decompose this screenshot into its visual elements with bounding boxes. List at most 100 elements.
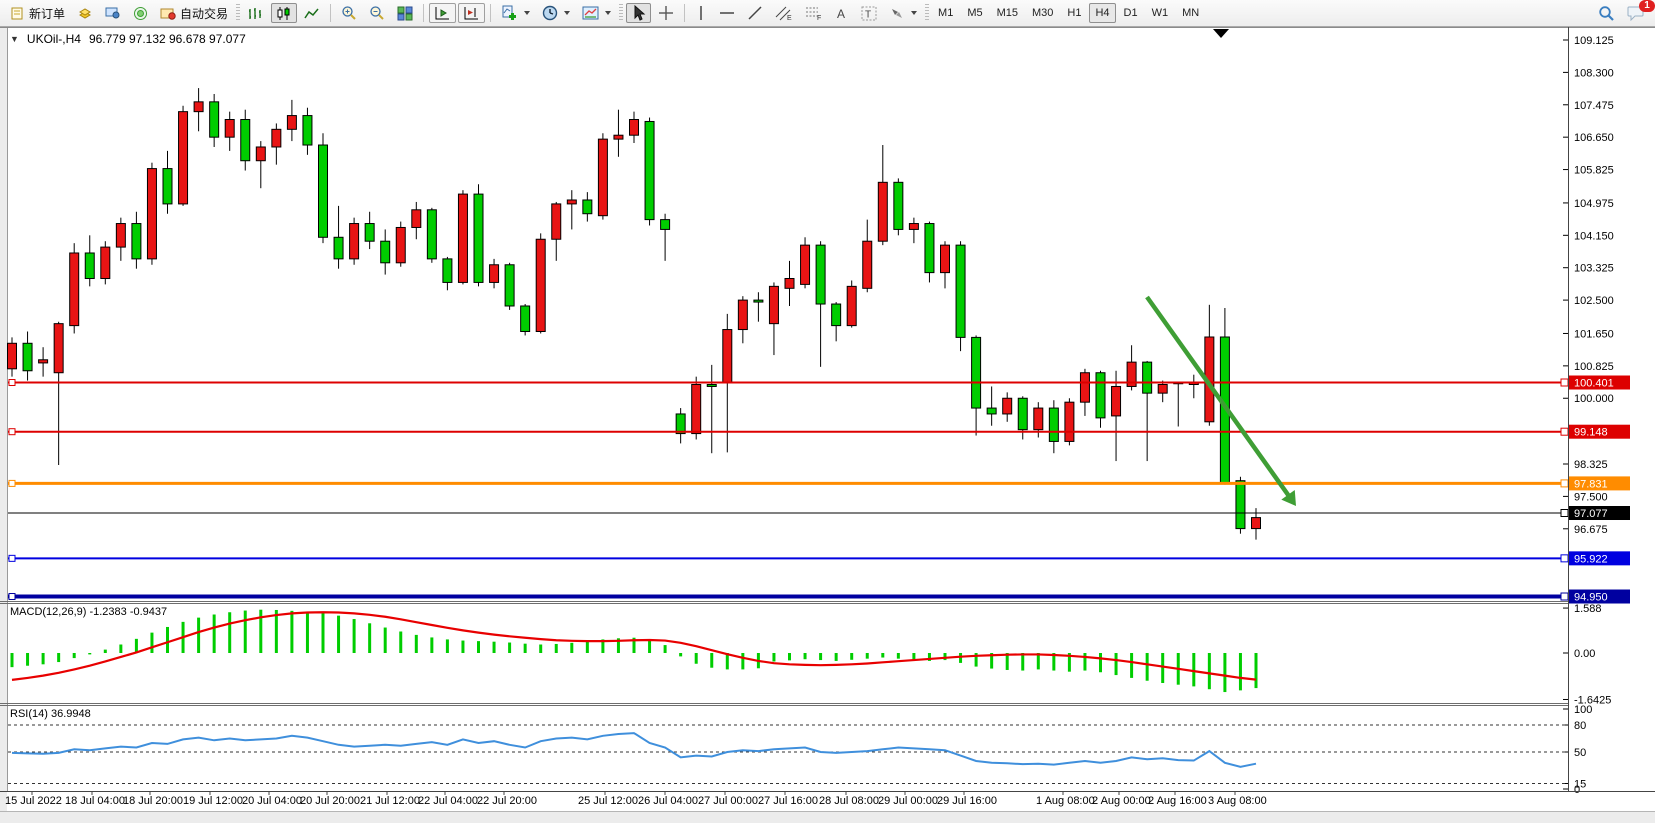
toolbar-grip	[619, 4, 623, 22]
symbol-dropdown-icon[interactable]: ▼	[10, 34, 19, 44]
text-label-icon: T	[861, 6, 877, 21]
timeframe-button-M30[interactable]: M30	[1026, 3, 1059, 23]
trendline-icon	[747, 5, 763, 21]
text-button[interactable]: A	[830, 3, 854, 23]
cursor-arrow-icon	[631, 5, 646, 21]
timeframe-button-H1[interactable]: H1	[1061, 3, 1087, 23]
horizontal-line-button[interactable]	[714, 3, 740, 23]
chart-shift-button[interactable]	[458, 3, 485, 23]
svg-text:A: A	[837, 7, 845, 21]
svg-text:19 Jul 12:00: 19 Jul 12:00	[183, 795, 243, 807]
trendline-button[interactable]	[742, 3, 768, 23]
chart-symbol-period: UKOil-,H4	[27, 32, 81, 46]
svg-text:105.825: 105.825	[1574, 165, 1614, 177]
toolbar-grip	[925, 4, 929, 22]
timeframe-button-D1[interactable]: D1	[1118, 3, 1144, 23]
signals-button[interactable]	[128, 3, 153, 23]
new-order-button[interactable]: 新订单	[5, 3, 70, 23]
svg-text:25 Jul 12:00: 25 Jul 12:00	[578, 795, 638, 807]
crosshair-icon	[658, 5, 674, 21]
channel-icon: E	[775, 5, 793, 21]
svg-text:102.500: 102.500	[1574, 295, 1614, 307]
vertical-line-icon	[695, 5, 707, 21]
svg-text:103.325: 103.325	[1574, 263, 1614, 275]
bar-chart-button[interactable]	[243, 3, 269, 23]
search-button[interactable]	[1593, 3, 1620, 23]
svg-text:29 Jul 16:00: 29 Jul 16:00	[937, 795, 997, 807]
svg-text:98.325: 98.325	[1574, 459, 1608, 471]
text-label-button[interactable]: T	[856, 3, 882, 23]
svg-text:22 Jul 20:00: 22 Jul 20:00	[477, 795, 537, 807]
svg-text:2 Aug 16:00: 2 Aug 16:00	[1148, 795, 1207, 807]
notification-badge: 1	[1639, 0, 1655, 12]
chart-window: 109.125108.300107.475106.650105.825104.9…	[0, 27, 1655, 823]
svg-text:T: T	[865, 9, 871, 20]
metaeditor-button[interactable]	[72, 3, 98, 23]
svg-text:2 Aug 00:00: 2 Aug 00:00	[1092, 795, 1151, 807]
fibonacci-button[interactable]: F	[800, 3, 828, 23]
svg-text:104.975: 104.975	[1574, 198, 1614, 210]
periods-button[interactable]	[537, 3, 575, 23]
timeframe-button-M15[interactable]: M15	[991, 3, 1024, 23]
add-indicator-button[interactable]	[496, 3, 535, 23]
svg-text:100.401: 100.401	[1574, 378, 1614, 390]
notifications-button[interactable]: 1	[1622, 3, 1650, 23]
svg-text:97.500: 97.500	[1574, 491, 1608, 503]
svg-text:F: F	[817, 15, 821, 21]
svg-text:18 Jul 04:00: 18 Jul 04:00	[65, 795, 125, 807]
templates-button[interactable]	[577, 3, 616, 23]
timeframe-button-MN[interactable]: MN	[1176, 3, 1205, 23]
timeframe-button-M5[interactable]: M5	[961, 3, 988, 23]
equidistant-channel-button[interactable]: E	[770, 3, 798, 23]
timeframe-button-M1[interactable]: M1	[932, 3, 959, 23]
horizontal-line-icon	[719, 7, 735, 19]
dropdown-arrow-icon	[911, 11, 917, 15]
auto-trading-icon	[160, 6, 176, 20]
svg-text:29 Jul 00:00: 29 Jul 00:00	[878, 795, 938, 807]
cursor-button[interactable]	[626, 3, 651, 23]
zoom-in-button[interactable]	[336, 3, 362, 23]
svg-text:104.150: 104.150	[1574, 230, 1614, 242]
line-chart-icon	[304, 6, 320, 21]
auto-trading-label: 自动交易	[180, 5, 228, 22]
text-icon: A	[835, 6, 849, 21]
svg-text:100.825: 100.825	[1574, 361, 1614, 373]
svg-text:1 Aug 08:00: 1 Aug 08:00	[1036, 795, 1095, 807]
line-chart-button[interactable]	[299, 3, 325, 23]
toolbar-separator	[684, 4, 685, 22]
svg-text:108.300: 108.300	[1574, 67, 1614, 79]
svg-text:28 Jul 08:00: 28 Jul 08:00	[819, 795, 879, 807]
tile-windows-button[interactable]	[392, 3, 418, 23]
arrows-button[interactable]	[884, 3, 922, 23]
template-icon	[582, 6, 599, 20]
crosshair-button[interactable]	[653, 3, 679, 23]
toolbar-grip	[236, 4, 240, 22]
vertical-line-button[interactable]	[690, 3, 712, 23]
svg-text:21 Jul 12:00: 21 Jul 12:00	[360, 795, 420, 807]
auto-trading-button[interactable]: 自动交易	[155, 3, 233, 23]
chart-canvas[interactable]: 109.125108.300107.475106.650105.825104.9…	[0, 27, 1655, 823]
dropdown-arrow-icon	[564, 11, 570, 15]
svg-text:20 Jul 04:00: 20 Jul 04:00	[242, 795, 302, 807]
svg-text:3 Aug 08:00: 3 Aug 08:00	[1208, 795, 1267, 807]
svg-text:100.000: 100.000	[1574, 393, 1614, 405]
candlestick-chart-button[interactable]	[271, 3, 297, 23]
arrows-icon	[889, 6, 905, 21]
zoom-in-icon	[341, 5, 357, 21]
svg-text:27 Jul 16:00: 27 Jul 16:00	[758, 795, 818, 807]
svg-text:E: E	[787, 15, 792, 21]
market-watch-button[interactable]	[100, 3, 126, 23]
timeframe-button-H4[interactable]: H4	[1089, 3, 1115, 23]
gold-bar-icon	[77, 6, 93, 20]
fibonacci-icon: F	[805, 5, 823, 21]
toolbar-right-group: 1	[1592, 3, 1651, 23]
timeframe-button-W1[interactable]: W1	[1146, 3, 1175, 23]
toolbar-separator	[490, 4, 491, 22]
svg-text:95.922: 95.922	[1574, 553, 1608, 565]
svg-text:100: 100	[1574, 704, 1592, 716]
zoom-out-icon	[369, 5, 385, 21]
signal-icon	[133, 6, 148, 21]
auto-scroll-button[interactable]	[429, 3, 456, 23]
svg-text:101.650: 101.650	[1574, 328, 1614, 340]
zoom-out-button[interactable]	[364, 3, 390, 23]
